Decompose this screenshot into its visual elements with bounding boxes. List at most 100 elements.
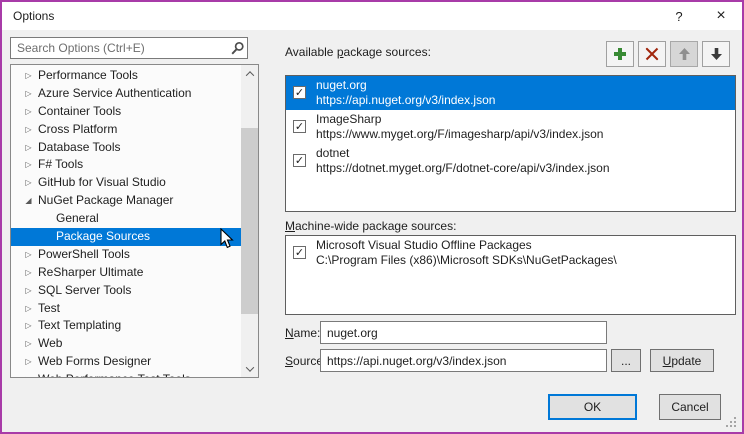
source-url: https://www.myget.org/F/imagesharp/api/v…: [316, 127, 731, 142]
collapsed-icon[interactable]: ▷: [22, 85, 35, 103]
source-url: https://dotnet.myget.org/F/dotnet-core/a…: [316, 161, 731, 176]
collapsed-icon[interactable]: ▷: [22, 67, 35, 85]
tree-item-azure-service-authentication[interactable]: ▷Azure Service Authentication: [11, 85, 241, 103]
package-source-row-dotnet[interactable]: ✓ dotnethttps://dotnet.myget.org/F/dotnet…: [286, 144, 735, 178]
collapsed-icon[interactable]: ▷: [22, 282, 35, 300]
scroll-up-button[interactable]: [241, 65, 258, 82]
collapsed-icon[interactable]: ▷: [22, 264, 35, 282]
tree-item-label: F# Tools: [38, 157, 83, 171]
tree-item-package-sources[interactable]: Package Sources: [11, 228, 241, 246]
tree-item-web-forms-designer[interactable]: ▷Web Forms Designer: [11, 353, 241, 371]
collapsed-icon[interactable]: ▷: [22, 121, 35, 139]
collapsed-icon[interactable]: ▷: [22, 317, 35, 335]
tree-item-label: Test: [38, 301, 60, 315]
collapsed-icon[interactable]: ▷: [22, 174, 35, 192]
scrollbar-thumb[interactable]: [241, 128, 258, 314]
source-toolbar: [606, 41, 730, 67]
source-url: https://api.nuget.org/v3/index.json: [316, 93, 731, 108]
source-name: nuget.org: [316, 78, 731, 93]
expanded-icon[interactable]: ◢: [22, 192, 35, 210]
tree-item-label: Web Performance Test Tools: [38, 372, 191, 377]
collapsed-icon[interactable]: ▷: [22, 103, 35, 121]
scroll-down-button[interactable]: [241, 360, 258, 377]
source-name: ImageSharp: [316, 112, 731, 127]
titlebar[interactable]: Options ? ×: [2, 2, 742, 30]
tree-item-container-tools[interactable]: ▷Container Tools: [11, 103, 241, 121]
browse-button[interactable]: ...: [611, 349, 641, 372]
arrow-up-icon: [678, 47, 691, 61]
tree-item-powershell-tools[interactable]: ▷PowerShell Tools: [11, 246, 241, 264]
tree-item-label: Performance Tools: [38, 68, 138, 82]
collapsed-icon[interactable]: ▷: [22, 139, 35, 157]
tree-item-nuget-package-manager[interactable]: ◢NuGet Package Manager: [11, 192, 241, 210]
collapsed-icon[interactable]: ▷: [22, 335, 35, 353]
help-button[interactable]: ?: [658, 2, 700, 30]
x-icon: [645, 47, 659, 61]
move-down-button[interactable]: [702, 41, 730, 67]
tree-item-label: SQL Server Tools: [38, 283, 131, 297]
tree-item-label: Package Sources: [56, 229, 150, 243]
source-url: C:\Program Files (x86)\Microsoft SDKs\Nu…: [316, 253, 731, 268]
collapsed-icon[interactable]: ▷: [22, 246, 35, 264]
source-checkbox[interactable]: ✓: [293, 154, 306, 167]
machine-wide-sources-list[interactable]: ✓Microsoft Visual Studio Offline Package…: [285, 235, 736, 315]
source-name: dotnet: [316, 146, 731, 161]
package-source-row-microsoft-visual-studio-offline-packages[interactable]: ✓Microsoft Visual Studio Offline Package…: [286, 236, 735, 270]
tree-item-performance-tools[interactable]: ▷Performance Tools: [11, 67, 241, 85]
plus-icon: [613, 47, 627, 61]
package-source-row-imagesharp[interactable]: ✓ ImageSharphttps://www.myget.org/F/image…: [286, 110, 735, 144]
chevron-up-icon: [245, 71, 253, 79]
mouse-cursor: [220, 228, 236, 250]
update-button[interactable]: Update: [650, 349, 714, 372]
tree-item-label: Database Tools: [38, 140, 121, 154]
source-checkbox[interactable]: ✓: [293, 246, 306, 259]
tree-item-label: PowerShell Tools: [38, 247, 130, 261]
arrow-down-icon: [710, 47, 723, 61]
search-input[interactable]: [10, 37, 248, 59]
options-tree[interactable]: ▷Performance Tools▷Azure Service Authent…: [10, 64, 259, 378]
tree-item-general[interactable]: General: [11, 210, 241, 228]
tree-item-web[interactable]: ▷Web: [11, 335, 241, 353]
tree-item-sql-server-tools[interactable]: ▷SQL Server Tools: [11, 282, 241, 300]
source-checkbox[interactable]: ✓: [293, 120, 306, 133]
machine-wide-sources-label: Machine-wide package sources:: [285, 219, 456, 233]
collapsed-icon[interactable]: ▷: [22, 300, 35, 318]
options-dialog: Options ? × ▷Performance Tools▷Azure Ser…: [0, 0, 744, 434]
remove-source-button[interactable]: [638, 41, 666, 67]
source-checkbox[interactable]: ✓: [293, 86, 306, 99]
cancel-button[interactable]: Cancel: [659, 394, 721, 420]
name-field[interactable]: [320, 321, 607, 344]
tree-item-cross-platform[interactable]: ▷Cross Platform: [11, 121, 241, 139]
add-source-button[interactable]: [606, 41, 634, 67]
tree-item-f-tools[interactable]: ▷F# Tools: [11, 156, 241, 174]
tree-item-text-templating[interactable]: ▷Text Templating: [11, 317, 241, 335]
tree-item-label: Web: [38, 336, 62, 350]
tree-item-label: Web Forms Designer: [38, 354, 151, 368]
window-title: Options: [2, 9, 658, 23]
tree-item-label: GitHub for Visual Studio: [38, 175, 166, 189]
available-sources-list[interactable]: ✓ nuget.orghttps://api.nuget.org/v3/index…: [285, 75, 736, 212]
search-icon: [230, 41, 245, 56]
tree-item-label: ReSharper Ultimate: [38, 265, 143, 279]
name-label: Name:: [285, 326, 320, 340]
tree-item-web-performance-test-tools[interactable]: ▷Web Performance Test Tools: [11, 371, 241, 377]
tree-item-label: Container Tools: [38, 104, 121, 118]
tree-item-test[interactable]: ▷Test: [11, 300, 241, 318]
collapsed-icon[interactable]: ▷: [22, 353, 35, 371]
collapsed-icon[interactable]: ▷: [22, 156, 35, 174]
collapsed-icon[interactable]: ▷: [22, 371, 35, 377]
ok-button[interactable]: OK: [548, 394, 637, 420]
package-source-row-nuget-org[interactable]: ✓ nuget.orghttps://api.nuget.org/v3/index…: [286, 76, 735, 110]
tree-item-database-tools[interactable]: ▷Database Tools: [11, 139, 241, 157]
close-button[interactable]: ×: [700, 2, 742, 30]
source-field[interactable]: [320, 349, 607, 372]
tree-item-label: Azure Service Authentication: [38, 86, 191, 100]
tree-item-github-for-visual-studio[interactable]: ▷GitHub for Visual Studio: [11, 174, 241, 192]
tree-scrollbar[interactable]: [241, 65, 258, 377]
move-up-button[interactable]: [670, 41, 698, 67]
resize-grip-icon[interactable]: [726, 417, 737, 428]
tree-item-resharper-ultimate[interactable]: ▷ReSharper Ultimate: [11, 264, 241, 282]
tree-item-label: Text Templating: [38, 318, 121, 332]
available-sources-label: Available package sources:: [285, 45, 431, 59]
tree-item-label: Cross Platform: [38, 122, 117, 136]
